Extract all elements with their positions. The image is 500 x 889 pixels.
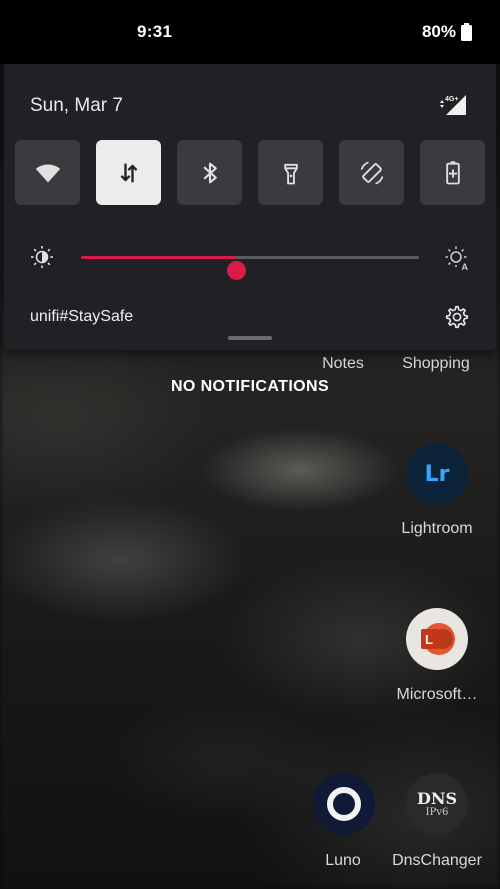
auto-brightness-label: A bbox=[462, 262, 469, 271]
status-bar: 9:31 80% bbox=[0, 0, 500, 64]
lightroom-icon-text: Lr bbox=[424, 461, 450, 487]
battery-indicator: 80% bbox=[422, 22, 472, 42]
flashlight-icon bbox=[283, 163, 298, 184]
no-notifications-text: NO NOTIFICATIONS bbox=[170, 378, 330, 395]
microsoft-office-icon[interactable]: L bbox=[406, 608, 468, 670]
network-type-label: 4G+ bbox=[445, 96, 458, 103]
brightness-slider-fill bbox=[81, 256, 237, 259]
quick-settings-panel: Sun, Mar 7 4G+ A unifi#StaySafe bbox=[4, 64, 496, 350]
brightness-row: A bbox=[4, 242, 496, 280]
app-label-notes[interactable]: Notes bbox=[293, 355, 393, 373]
app-label-microsoft[interactable]: Microsoft… bbox=[387, 686, 487, 704]
auto-rotate-icon bbox=[360, 160, 383, 185]
app-label-luno[interactable]: Luno bbox=[293, 852, 393, 870]
brightness-slider[interactable] bbox=[81, 256, 419, 280]
app-label-lightroom[interactable]: Lightroom bbox=[387, 520, 487, 538]
brightness-slider-thumb[interactable] bbox=[227, 261, 247, 280]
dnschanger-icon[interactable]: DNS IPv6 bbox=[406, 773, 468, 835]
dns-icon-text: DNS bbox=[416, 788, 458, 808]
cellular-signal-icon: 4G+ bbox=[440, 95, 466, 115]
settings-gear-icon[interactable] bbox=[444, 304, 470, 330]
battery-saver-icon bbox=[445, 160, 460, 184]
quick-tiles-row bbox=[15, 140, 485, 205]
svg-text:L: L bbox=[425, 632, 433, 647]
wifi-icon bbox=[35, 164, 60, 182]
battery-percent: 80% bbox=[421, 22, 456, 41]
tile-auto-rotate[interactable] bbox=[339, 140, 404, 205]
bluetooth-icon bbox=[202, 162, 217, 183]
app-label-shopping[interactable]: Shopping bbox=[386, 355, 486, 373]
drag-handle[interactable] bbox=[228, 336, 272, 340]
battery-icon bbox=[461, 23, 472, 41]
dns-icon-subtext: IPv6 bbox=[425, 806, 449, 818]
tile-mobile-data[interactable] bbox=[96, 140, 161, 205]
auto-brightness-icon[interactable]: A bbox=[444, 245, 470, 271]
app-label-dnschanger[interactable]: DnsChanger bbox=[387, 852, 487, 870]
lightroom-icon[interactable]: Lr bbox=[406, 443, 468, 505]
tile-bluetooth[interactable] bbox=[177, 140, 242, 205]
microsoft-lens-icon: L bbox=[421, 623, 455, 655]
clock: 9:31 bbox=[137, 22, 173, 41]
network-name[interactable]: unifi#StaySafe bbox=[30, 308, 133, 326]
mobile-data-icon bbox=[120, 163, 137, 182]
tile-battery-saver[interactable] bbox=[420, 140, 485, 205]
luno-icon[interactable] bbox=[313, 773, 375, 835]
date-label[interactable]: Sun, Mar 7 bbox=[30, 95, 123, 117]
tile-wifi[interactable] bbox=[15, 140, 80, 205]
brightness-icon bbox=[31, 246, 53, 268]
luno-ring-icon bbox=[327, 787, 361, 821]
tile-flashlight[interactable] bbox=[258, 140, 323, 205]
